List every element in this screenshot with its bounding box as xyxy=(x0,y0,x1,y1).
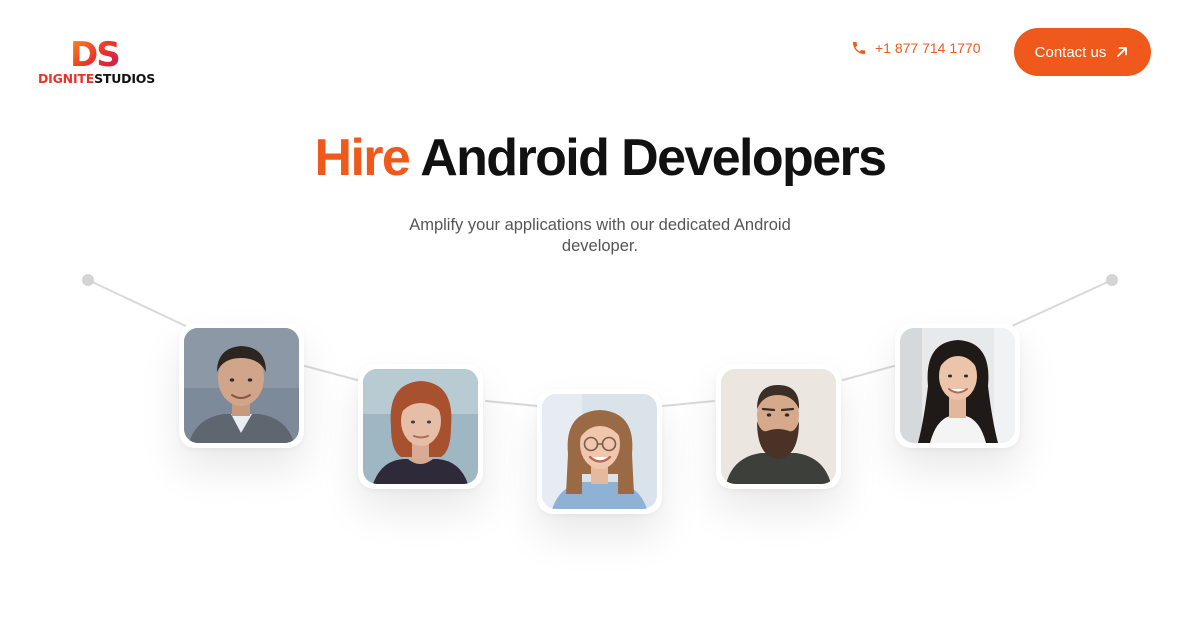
connector-segment xyxy=(662,400,715,407)
connector-segment xyxy=(485,400,538,407)
developer-photo xyxy=(363,369,478,484)
developer-card[interactable] xyxy=(358,364,483,489)
developer-photo xyxy=(721,369,836,484)
path-endpoint-dot xyxy=(82,274,94,286)
connector-segment xyxy=(1011,279,1113,327)
developer-card[interactable] xyxy=(716,364,841,489)
developer-card[interactable] xyxy=(537,389,662,514)
connector-segment xyxy=(842,365,895,381)
path-endpoint-dot xyxy=(1106,274,1118,286)
developer-photo xyxy=(900,328,1015,443)
connector-segment xyxy=(87,279,191,329)
developer-card[interactable] xyxy=(179,323,304,448)
connector-segment xyxy=(304,365,358,381)
connector-path xyxy=(82,274,1118,407)
developer-photo xyxy=(542,394,657,509)
developer-card[interactable] xyxy=(895,323,1020,448)
developer-photo xyxy=(184,328,299,443)
